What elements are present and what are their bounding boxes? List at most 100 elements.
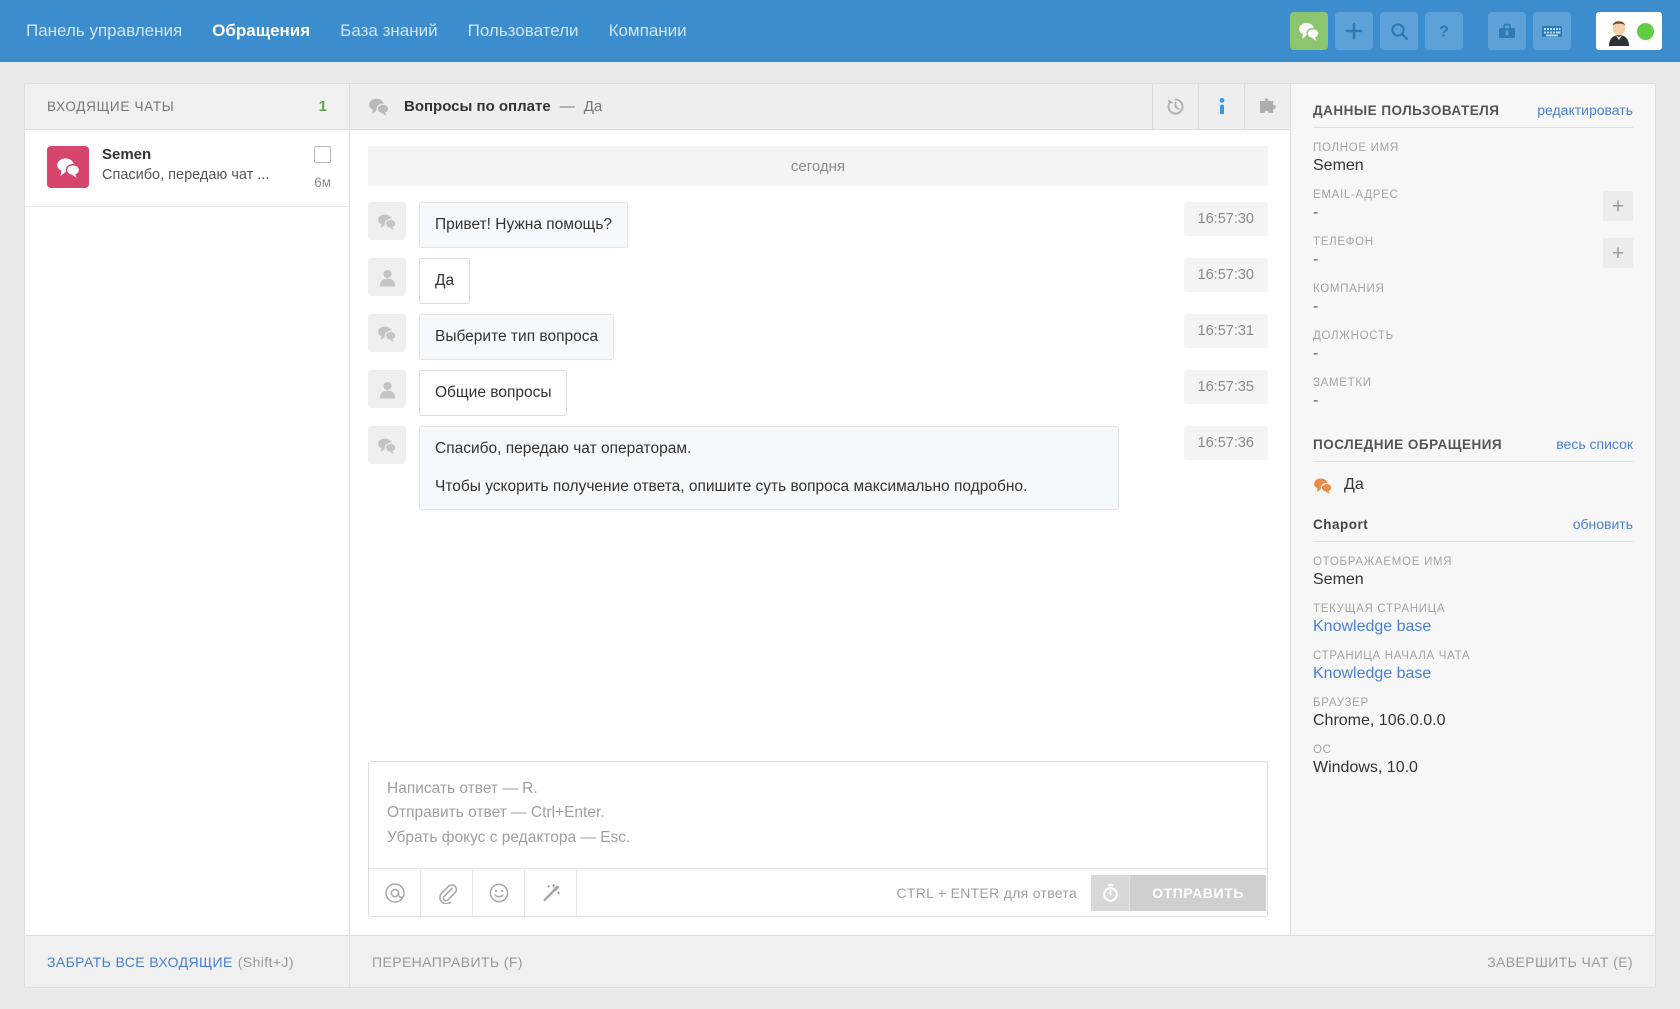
reply-input[interactable]: Написать ответ — R. Отправить ответ — Ct… [369,762,1267,868]
bot-avatar-icon [368,426,406,464]
nav-item-conversations[interactable]: Обращения [212,21,310,41]
workspace-columns: ВХОДЯЩИЕ ЧАТЫ 1 Semen Спасиб [25,84,1655,935]
bottom-actions: ПЕРЕНАПРАВИТЬ (F) ЗАВЕРШИТЬ ЧАТ (E) [350,936,1655,987]
svg-text:?: ? [1439,24,1449,41]
puzzle-icon[interactable] [1244,84,1290,129]
conversation-panel: Вопросы по оплате — Да [350,84,1290,935]
timer-icon[interactable] [1091,875,1129,911]
bot-avatar-icon [368,314,406,352]
chat-icon[interactable] [1290,12,1328,50]
bot-avatar-icon [368,202,406,240]
conversation-label: Да [1344,476,1364,494]
message-bubble: Выберите тип вопроса [419,314,614,360]
message-bubble: Да [419,258,470,304]
help-icon[interactable]: ? [1425,12,1463,50]
toolbox-icon[interactable] [1488,12,1526,50]
message-list: сегодня Привет! Нужна помощь? 16:57:30 [350,130,1290,761]
send-shortcut-hint: CTRL + ENTER для ответа [897,885,1078,901]
keyboard-icon[interactable] [1533,12,1571,50]
info-icon[interactable] [1198,84,1244,129]
message-paragraph: Спасибо, передаю чат операторам. [435,437,1103,461]
navbar-actions: ? [1290,12,1662,50]
bottom-action-bar: ЗАБРАТЬ ВСЕ ВХОДЯЩИЕ (Shift+J) ПЕРЕНАПРА… [25,935,1655,987]
field-value-link[interactable]: Knowledge base [1313,665,1633,683]
message-row: Спасибо, передаю чат операторам. Чтобы у… [368,426,1268,510]
composer-hint-blur: Убрать фокус с редактора — Esc. [387,826,1249,850]
message-timestamp: 16:57:30 [1184,202,1268,236]
plus-icon[interactable] [1335,12,1373,50]
recent-conversations-title: ПОСЛЕДНИЕ ОБРАЩЕНИЯ [1313,437,1502,452]
search-icon[interactable] [1380,12,1418,50]
chat-item-time: 6м [314,175,331,190]
chat-item-preview: Спасибо, передаю чат ... [102,167,301,183]
take-all-incoming-button[interactable]: ЗАБРАТЬ ВСЕ ВХОДЯЩИЕ (Shift+J) [25,936,350,987]
field-value: Chrome, 106.0.0.0 [1313,712,1633,730]
conversation-header: Вопросы по оплате — Да [350,84,1290,130]
magic-wand-icon[interactable] [525,869,577,916]
field-label: СТРАНИЦА НАЧАЛА ЧАТА [1313,650,1633,662]
mention-icon[interactable] [369,869,421,916]
field-label: ТЕКУЩАЯ СТРАНИЦА [1313,603,1633,615]
conversation-header-actions [1152,84,1290,129]
field-chat-start-page: СТРАНИЦА НАЧАЛА ЧАТА Knowledge base [1313,650,1633,683]
composer-hint-send: Отправить ответ — Ctrl+Enter. [387,801,1249,825]
field-value: - [1313,392,1633,410]
field-label: ПОЛНОЕ ИМЯ [1313,142,1633,154]
message-row: Выберите тип вопроса 16:57:31 [368,314,1268,360]
field-value: - [1313,298,1633,316]
user-data-title: ДАННЫЕ ПОЛЬЗОВАТЕЛЯ [1313,103,1499,118]
edit-user-link[interactable]: редактировать [1537,102,1633,118]
field-phone: ТЕЛЕФОН - + [1313,236,1633,269]
user-avatar-icon [368,258,406,296]
field-full-name: ПОЛНОЕ ИМЯ Semen [1313,142,1633,175]
chat-item-meta: Semen Спасибо, передаю чат ... [102,146,301,183]
conversation-separator: — [560,98,575,115]
message-bubble: Общие вопросы [419,370,567,416]
field-value: Semen [1313,157,1633,175]
finish-chat-button[interactable]: ЗАВЕРШИТЬ ЧАТ (E) [1487,954,1633,970]
chat-select-checkbox[interactable] [314,146,331,163]
field-display-name: ОТОБРАЖАЕМОЕ ИМЯ Semen [1313,556,1633,589]
field-value: - [1313,345,1633,363]
emoji-icon[interactable] [473,869,525,916]
add-phone-button[interactable]: + [1603,238,1633,268]
history-icon[interactable] [1152,84,1198,129]
add-email-button[interactable]: + [1603,191,1633,221]
nav-item-companies[interactable]: Компании [609,21,687,41]
conversation-bubble-icon [1313,477,1333,494]
field-position: ДОЛЖНОСТЬ - [1313,330,1633,363]
message-timestamp: 16:57:30 [1184,258,1268,292]
field-notes: ЗАМЕТКИ - [1313,377,1633,410]
message-timestamp: 16:57:36 [1184,426,1268,460]
nav-item-users[interactable]: Пользователи [468,21,579,41]
chat-item-name: Semen [102,146,301,163]
field-company: КОМПАНИЯ - [1313,283,1633,316]
send-button[interactable]: ОТПРАВИТЬ [1129,875,1266,911]
list-item[interactable]: Да [1313,476,1633,494]
field-label: ОТОБРАЖАЕМОЕ ИМЯ [1313,556,1633,568]
recent-conversations-header: ПОСЛЕДНИЕ ОБРАЩЕНИЯ весь список [1313,436,1633,462]
field-value-link[interactable]: Knowledge base [1313,618,1633,636]
forward-button[interactable]: ПЕРЕНАПРАВИТЬ (F) [372,954,523,970]
attachment-icon[interactable] [421,869,473,916]
app-workspace: ВХОДЯЩИЕ ЧАТЫ 1 Semen Спасиб [0,62,1680,1009]
refresh-link[interactable]: обновить [1573,516,1633,532]
all-conversations-link[interactable]: весь список [1556,436,1633,452]
composer-hint-write: Написать ответ — R. [387,777,1249,801]
field-value: Windows, 10.0 [1313,759,1633,777]
take-all-shortcut: (Shift+J) [238,954,294,970]
user-avatar-icon [368,370,406,408]
message-bubble: Спасибо, передаю чат операторам. Чтобы у… [419,426,1119,510]
user-avatar-menu[interactable] [1596,12,1662,50]
details-panel: ДАННЫЕ ПОЛЬЗОВАТЕЛЯ редактировать ПОЛНОЕ… [1290,84,1655,935]
field-value: - [1313,251,1633,269]
field-label: EMAIL-АДРЕС [1313,189,1633,201]
nav-item-dashboard[interactable]: Панель управления [26,21,182,41]
nav-item-knowledge-base[interactable]: База знаний [340,21,437,41]
avatar [1604,16,1634,46]
inbox-sidebar: ВХОДЯЩИЕ ЧАТЫ 1 Semen Спасиб [25,84,350,935]
conversation-chat-icon [368,97,390,116]
field-current-page: ТЕКУЩАЯ СТРАНИЦА Knowledge base [1313,603,1633,636]
field-label: ТЕЛЕФОН [1313,236,1633,248]
list-item[interactable]: Semen Спасибо, передаю чат ... 6м [25,130,349,207]
